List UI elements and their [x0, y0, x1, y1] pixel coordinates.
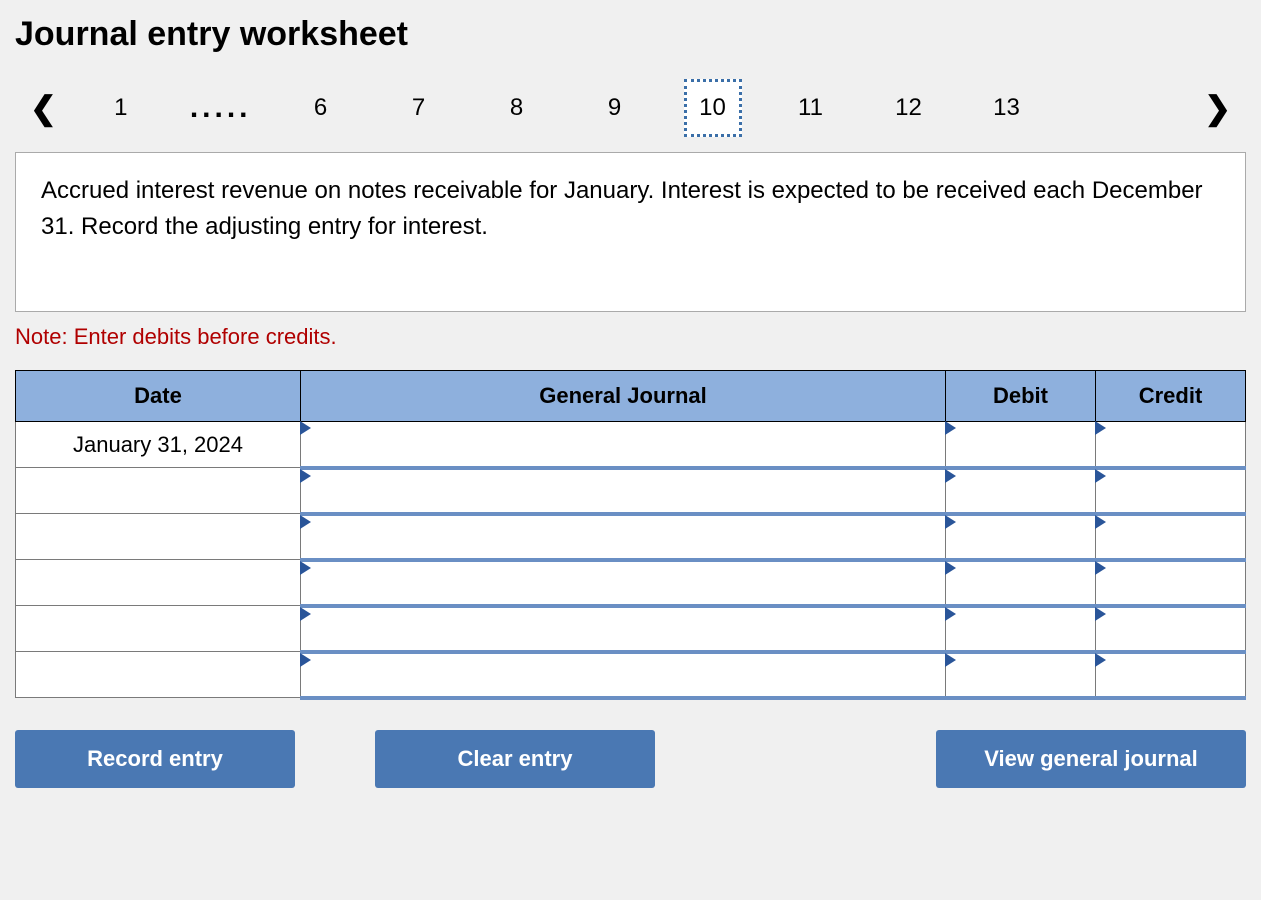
view-general-journal-button[interactable]: View general journal [936, 730, 1246, 788]
date-cell[interactable] [16, 468, 301, 514]
general-journal-cell[interactable] [301, 652, 946, 698]
note-text: Note: Enter debits before credits. [15, 324, 1246, 350]
page-13[interactable]: 13 [978, 79, 1036, 137]
page-10[interactable]: 10 [684, 79, 742, 137]
debit-cell[interactable] [946, 606, 1096, 652]
date-cell[interactable] [16, 652, 301, 698]
credit-cell[interactable] [1096, 468, 1246, 514]
general-journal-cell[interactable] [301, 606, 946, 652]
pagination: ❮ 1 ..... 6 7 8 9 10 11 12 13 ❯ [15, 79, 1246, 137]
table-row [16, 652, 1246, 698]
header-date: Date [16, 371, 301, 422]
date-cell[interactable]: January 31, 2024 [16, 422, 301, 468]
credit-cell[interactable] [1096, 514, 1246, 560]
date-cell[interactable] [16, 560, 301, 606]
debit-cell[interactable] [946, 560, 1096, 606]
debit-cell[interactable] [946, 514, 1096, 560]
table-row [16, 560, 1246, 606]
page-8[interactable]: 8 [488, 79, 546, 137]
journal-table: Date General Journal Debit Credit Januar… [15, 370, 1246, 700]
page-6[interactable]: 6 [292, 79, 350, 137]
credit-cell[interactable] [1096, 606, 1246, 652]
date-cell[interactable] [16, 514, 301, 560]
table-row [16, 468, 1246, 514]
instruction-box: Accrued interest revenue on notes receiv… [15, 152, 1246, 312]
debit-cell[interactable] [946, 422, 1096, 468]
table-row: January 31, 2024 [16, 422, 1246, 468]
general-journal-cell[interactable] [301, 560, 946, 606]
header-debit: Debit [946, 371, 1096, 422]
header-credit: Credit [1096, 371, 1246, 422]
header-general-journal: General Journal [301, 371, 946, 422]
general-journal-cell[interactable] [301, 468, 946, 514]
date-cell[interactable] [16, 606, 301, 652]
page-title: Journal entry worksheet [15, 15, 1246, 54]
next-arrow[interactable]: ❯ [1189, 82, 1246, 134]
record-entry-button[interactable]: Record entry [15, 730, 295, 788]
credit-cell[interactable] [1096, 560, 1246, 606]
page-7[interactable]: 7 [390, 79, 448, 137]
page-11[interactable]: 11 [782, 79, 840, 137]
clear-entry-button[interactable]: Clear entry [375, 730, 655, 788]
button-row: Record entry Clear entry View general jo… [15, 730, 1246, 788]
page-9[interactable]: 9 [586, 79, 644, 137]
page-12[interactable]: 12 [880, 79, 938, 137]
credit-cell[interactable] [1096, 422, 1246, 468]
table-row [16, 606, 1246, 652]
page-1[interactable]: 1 [92, 79, 150, 137]
general-journal-cell[interactable] [301, 422, 946, 468]
debit-cell[interactable] [946, 652, 1096, 698]
page-ellipsis: ..... [190, 91, 252, 125]
general-journal-cell[interactable] [301, 514, 946, 560]
prev-arrow[interactable]: ❮ [15, 82, 72, 134]
table-row [16, 514, 1246, 560]
credit-cell[interactable] [1096, 652, 1246, 698]
debit-cell[interactable] [946, 468, 1096, 514]
